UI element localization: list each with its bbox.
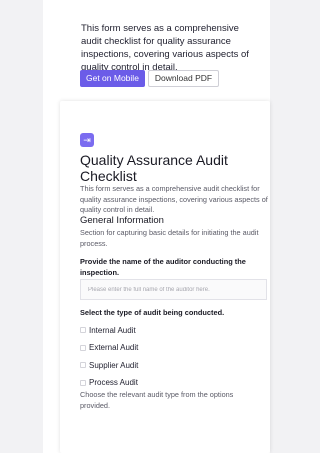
option-label: Process Audit <box>89 378 138 387</box>
audit-type-options: Internal Audit External Audit Supplier A… <box>80 322 138 392</box>
intro-actions: Get on Mobile Download PDF <box>80 70 220 87</box>
section-description: Section for capturing basic details for … <box>80 228 259 248</box>
form-card: ⇥ Quality Assurance Audit Checklist This… <box>60 101 270 453</box>
left-gutter <box>0 0 43 453</box>
section-title: General Information <box>80 215 164 226</box>
internal-audit-checkbox[interactable] <box>80 327 86 333</box>
option-internal-audit[interactable]: Internal Audit <box>80 322 138 338</box>
option-label: Supplier Audit <box>89 360 139 370</box>
intro-section: This form serves as a comprehensive audi… <box>81 22 261 74</box>
option-external-audit[interactable]: External Audit <box>80 340 138 356</box>
auditor-name-input[interactable] <box>80 279 267 300</box>
right-gutter <box>270 0 320 453</box>
sign-in-arrow-icon: ⇥ <box>80 133 94 147</box>
form-title: Quality Assurance Audit Checklist <box>80 152 228 184</box>
option-supplier-audit[interactable]: Supplier Audit <box>80 357 138 373</box>
option-process-audit[interactable]: Process Audit <box>80 375 138 391</box>
auditor-name-label: Provide the name of the auditor conducti… <box>80 257 246 277</box>
form-description: This form serves as a comprehensive audi… <box>80 184 268 214</box>
intro-description: This form serves as a comprehensive audi… <box>81 23 249 73</box>
process-audit-checkbox[interactable] <box>80 379 86 386</box>
external-audit-checkbox[interactable] <box>80 344 86 351</box>
option-label: Internal Audit <box>89 325 136 335</box>
audit-type-label: Select the type of audit being conducted… <box>80 308 225 317</box>
audit-type-help: Choose the relevant audit type from the … <box>80 390 234 410</box>
option-label: External Audit <box>89 343 139 352</box>
supplier-audit-checkbox[interactable] <box>80 362 86 368</box>
download-pdf-button[interactable]: Download PDF <box>147 70 220 87</box>
get-on-mobile-button[interactable]: Get on Mobile <box>80 70 145 87</box>
